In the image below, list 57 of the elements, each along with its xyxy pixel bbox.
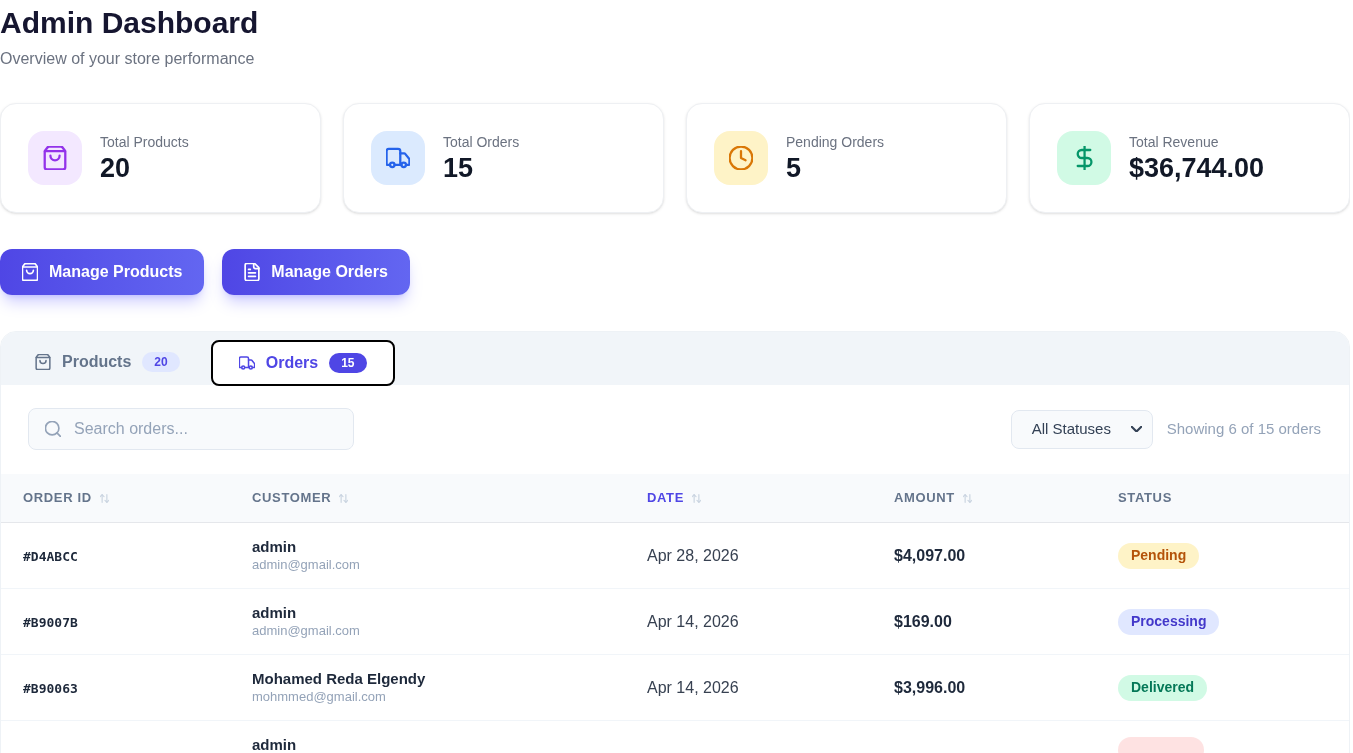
stat-value: 15 [443, 152, 474, 184]
page-title: Admin Dashboard [0, 5, 259, 41]
order-amount: $169.00 [894, 612, 952, 630]
column-header: STATUS [1118, 489, 1172, 508]
stat-label: Total Products [100, 133, 189, 152]
order-amount: $4,097.00 [894, 546, 966, 564]
status-badge: Processing [1118, 608, 1220, 635]
manage-button[interactable]: Manage Orders [222, 249, 410, 295]
sort-icon [962, 493, 972, 503]
shopping-bag-icon [35, 354, 51, 370]
manage-button[interactable]: Manage Products [0, 249, 205, 295]
sort-icon [692, 493, 702, 503]
customer-name: admin [252, 539, 297, 555]
stat-value: $36,744.00 [1129, 152, 1265, 184]
status-filter[interactable]: All Statuses [1010, 409, 1153, 449]
results-summary: Showing 6 of 15 orders [1166, 418, 1321, 439]
column-header[interactable]: DATE [647, 488, 702, 508]
search-field[interactable]: Search orders... [28, 408, 354, 450]
page-subtitle: Overview of your store performance [0, 49, 255, 69]
stat-label: Total Revenue [1129, 133, 1219, 152]
column-header[interactable]: CUSTOMER [252, 488, 349, 508]
search-icon [45, 421, 61, 437]
shopping-bag-icon [22, 263, 38, 281]
customer-name: Mohamed Reda Elgendy [252, 671, 426, 687]
order-date: Apr 14, 2026 [647, 678, 739, 696]
stat-value: 5 [786, 152, 802, 184]
stat-label: Pending Orders [786, 133, 885, 152]
count-badge: 20 [142, 352, 180, 372]
chevron-down-icon [1130, 426, 1142, 432]
customer-name: admin [252, 605, 297, 621]
order-id: #B90063 [23, 680, 78, 696]
truck-icon [238, 355, 255, 371]
document-icon [244, 263, 261, 281]
stat-label: Total Orders [443, 133, 520, 152]
tab[interactable]: Products 20 [7, 339, 208, 385]
status-badge: Pending [1118, 542, 1200, 569]
sort-icon [339, 493, 349, 503]
order-date: Apr 14, 2026 [647, 612, 739, 630]
count-badge: 15 [329, 353, 367, 373]
customer-email: mohmmed@gmail.com [252, 689, 386, 705]
tab[interactable]: Orders 15 [210, 340, 395, 386]
column-header[interactable]: AMOUNT [894, 488, 972, 508]
order-id: #D4ABCC [23, 548, 78, 564]
stat-value: 20 [100, 152, 131, 184]
column-header[interactable]: ORDER ID [23, 488, 109, 508]
dollar-icon [1057, 131, 1111, 185]
order-amount: $3,996.00 [894, 678, 966, 696]
order-id: #B9007B [23, 614, 78, 630]
truck-icon [371, 131, 425, 185]
customer-email: admin@gmail.com [252, 557, 360, 573]
clock-icon [714, 131, 768, 185]
customer-email: admin@gmail.com [252, 623, 360, 639]
status-badge: Delivered [1118, 674, 1208, 701]
customer-name: admin [252, 737, 297, 753]
order-date: Apr 28, 2026 [647, 546, 739, 564]
sort-icon [99, 493, 109, 503]
shopping-bag-icon [28, 131, 82, 185]
